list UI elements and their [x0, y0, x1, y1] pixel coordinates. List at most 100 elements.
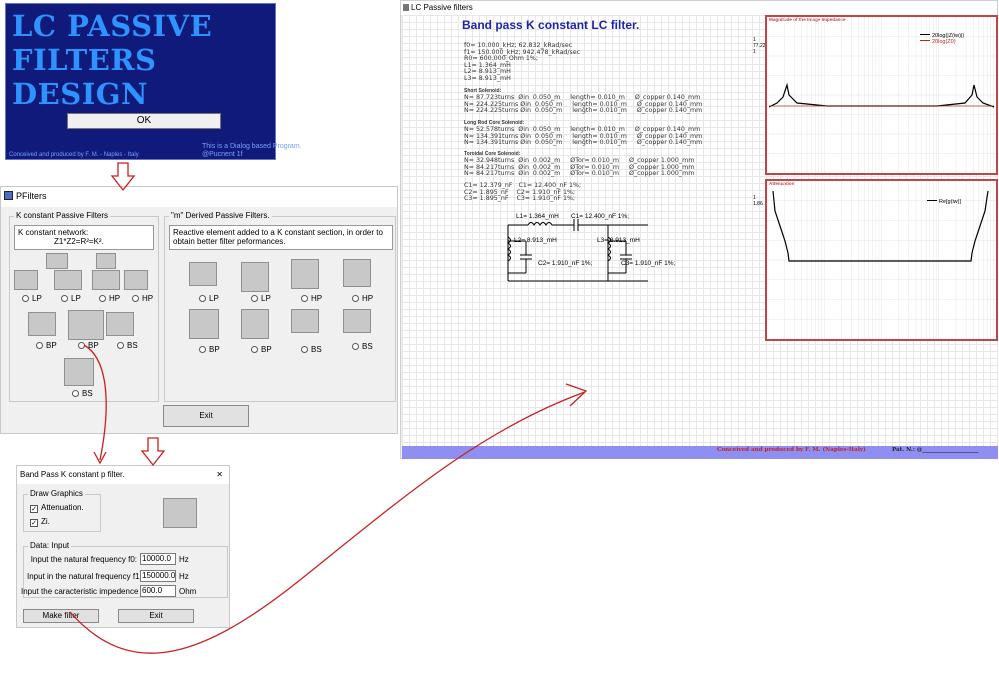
make-filter-button[interactable]: Make filter	[23, 609, 99, 623]
radio-icon	[78, 342, 85, 349]
k-radio-bp-1[interactable]: BP	[36, 341, 57, 351]
down-arrow-icon	[140, 437, 166, 467]
radio-icon	[61, 295, 68, 302]
radio-icon	[301, 346, 308, 353]
radio-icon	[22, 295, 29, 302]
toroidal-rows: N= 32.948turns Øin 0.002_m ØTor= 0.010_m…	[464, 157, 695, 177]
m-radio-hp-1[interactable]: HP	[301, 294, 322, 304]
draw-graphics-label: Draw Graphics	[28, 489, 85, 499]
data-input-label: Data: Input	[28, 541, 72, 551]
m-radio-hp-2[interactable]: HP	[352, 294, 373, 304]
schematic-l1-label: L1= 1.364_mH	[516, 213, 559, 220]
schematic-l2-label: L2= 8.913_mH	[514, 237, 557, 244]
arrow-head-icon	[93, 451, 107, 465]
z0-input[interactable]: 600.0	[140, 585, 176, 597]
k-radio-lp-1[interactable]: LP	[22, 294, 42, 304]
m-radio-lp-1[interactable]: LP	[199, 294, 219, 304]
m-radio-bs-1[interactable]: BS	[301, 345, 322, 355]
splash-screen: LC PASSIVE FILTERS DESIGN OK This is a D…	[5, 3, 302, 160]
schematic-c1-label: C1= 12.400_nF 1%;	[571, 213, 629, 220]
k-constant-info-line-2: Z1*Z2=R²=K².	[54, 237, 104, 246]
radio-icon	[199, 295, 206, 302]
radio-icon	[117, 342, 124, 349]
f1-input[interactable]: 150000.0	[140, 570, 176, 582]
k-radio-bs-1[interactable]: BS	[117, 341, 138, 351]
k-lp-full-schematic	[54, 270, 82, 290]
m-radio-bp-1[interactable]: BP	[199, 345, 220, 355]
m-lp-1-schematic	[189, 262, 217, 286]
f0-label: Input the natural frequency f0:	[30, 555, 137, 564]
k-bp-t-schematic	[28, 312, 56, 336]
k-bp-pi-schematic	[68, 310, 104, 340]
k-hp-t-schematic	[92, 270, 120, 290]
zi-checkbox[interactable]: ✓ Zi.	[30, 517, 50, 527]
attenuation-checkbox[interactable]: ✓ Attenuation.	[30, 503, 84, 513]
m-bs-1-schematic	[291, 309, 319, 333]
z0-label: Input the caracteristic impedence Z0:	[21, 587, 153, 596]
radio-icon	[132, 295, 139, 302]
radio-icon	[99, 295, 106, 302]
impedance-legend-2: 20log(Z0)	[920, 39, 956, 45]
impedance-graph: Magnitude of the Image Impedance 20log(|…	[765, 15, 998, 175]
capacitor-values: C1= 12.379_nF C1= 12.400_nF 1%; C2= 1.89…	[464, 182, 582, 202]
k-lp-t-schematic	[46, 253, 68, 269]
k-constant-info: K constant network: Z1*Z2=R²=K².	[14, 225, 154, 250]
schematic-c2-label: C2= 1.910_nF 1%;	[538, 260, 593, 267]
check-icon: ✓	[30, 519, 38, 527]
bandpass-schematic-thumb	[163, 498, 197, 528]
splash-title-line-1: LC PASSIVE	[12, 9, 213, 43]
lc-heading: Band pass K constant LC filter.	[462, 18, 640, 32]
radio-icon	[72, 390, 79, 397]
draw-graphics-group: Draw Graphics ✓ Attenuation. ✓ Zi.	[23, 489, 101, 532]
radio-icon	[199, 346, 206, 353]
m-derived-group-label: "m" Derived Passive Filters.	[169, 211, 272, 221]
bandpass-dialog: Band Pass K constant p filter. ✕ Draw Gr…	[16, 465, 230, 628]
attenuation-legend-1: Re[g(iw)]	[927, 199, 961, 205]
lc-canvas: Band pass K constant LC filter. f0= 10.0…	[402, 15, 998, 447]
footer-credit: Conceived and produced by F. M. (Naples-…	[717, 447, 866, 453]
splash-title-line-2: FILTERS	[12, 43, 157, 77]
k-radio-lp-2[interactable]: LP	[61, 294, 81, 304]
k-constant-group-label: K constant Passive Filters	[14, 211, 111, 221]
m-radio-lp-2[interactable]: LP	[251, 294, 271, 304]
bandpass-titlebar: Band Pass K constant p filter. ✕	[17, 466, 229, 484]
k-radio-hp-2[interactable]: HP	[132, 294, 153, 304]
close-icon[interactable]: ✕	[216, 466, 223, 483]
bandpass-title: Band Pass K constant p filter.	[20, 470, 125, 479]
m-radio-bs-2[interactable]: BS	[352, 342, 373, 352]
f0-unit: Hz	[179, 555, 189, 564]
pfilters-window: PFilters K constant Passive Filters K co…	[0, 186, 398, 434]
m-derived-group: "m" Derived Passive Filters. Reactive el…	[164, 211, 396, 402]
m-radio-bp-2[interactable]: BP	[251, 345, 272, 355]
k-lp-pi-schematic	[96, 253, 116, 269]
lc-footer: Conceived and produced by F. M. (Naples-…	[402, 446, 998, 459]
k-hp-pi-schematic	[124, 270, 148, 290]
lc-title: LC Passive filters	[411, 3, 473, 12]
legend-swatch	[920, 34, 930, 35]
pfilters-exit-button[interactable]: Exit	[163, 405, 249, 427]
k-constant-info-line-1: K constant network:	[18, 228, 89, 237]
radio-icon	[251, 295, 258, 302]
k-radio-hp-1[interactable]: HP	[99, 294, 120, 304]
pfilters-titlebar: PFilters	[1, 187, 397, 207]
m-hp-1-schematic	[291, 259, 319, 289]
k-radio-bp-2[interactable]: BP	[78, 341, 99, 351]
bandpass-schematic	[507, 219, 648, 282]
f1-label: Input in the natural frequency f1:	[27, 572, 142, 581]
legend-swatch	[927, 200, 937, 201]
short-solenoid-rows: N= 87.723turns Øin 0.050_m length= 0.010…	[464, 94, 703, 114]
attenuation-graph: Attenuation Re[g(iw)]	[765, 179, 998, 341]
m-bp-2-schematic	[241, 309, 269, 339]
app-icon	[403, 4, 409, 11]
bandpass-exit-button[interactable]: Exit	[118, 609, 194, 623]
edge-label: 1.86	[753, 201, 763, 207]
f0-input[interactable]: 10000.0	[140, 553, 176, 565]
k-radio-bs-2[interactable]: BS	[72, 389, 93, 399]
lc-passive-window: LC Passive filters Band pass K constant …	[400, 0, 998, 459]
k-lp-half-schematic	[14, 270, 38, 290]
splash-ok-button[interactable]: OK	[67, 113, 221, 129]
k-bs-t-schematic	[106, 312, 134, 336]
schematic-l3-label: L3= 8.913_mH	[597, 237, 640, 244]
pfilters-title: PFilters	[16, 191, 47, 201]
splash-note-2: @Pucnent 1f	[202, 151, 243, 158]
